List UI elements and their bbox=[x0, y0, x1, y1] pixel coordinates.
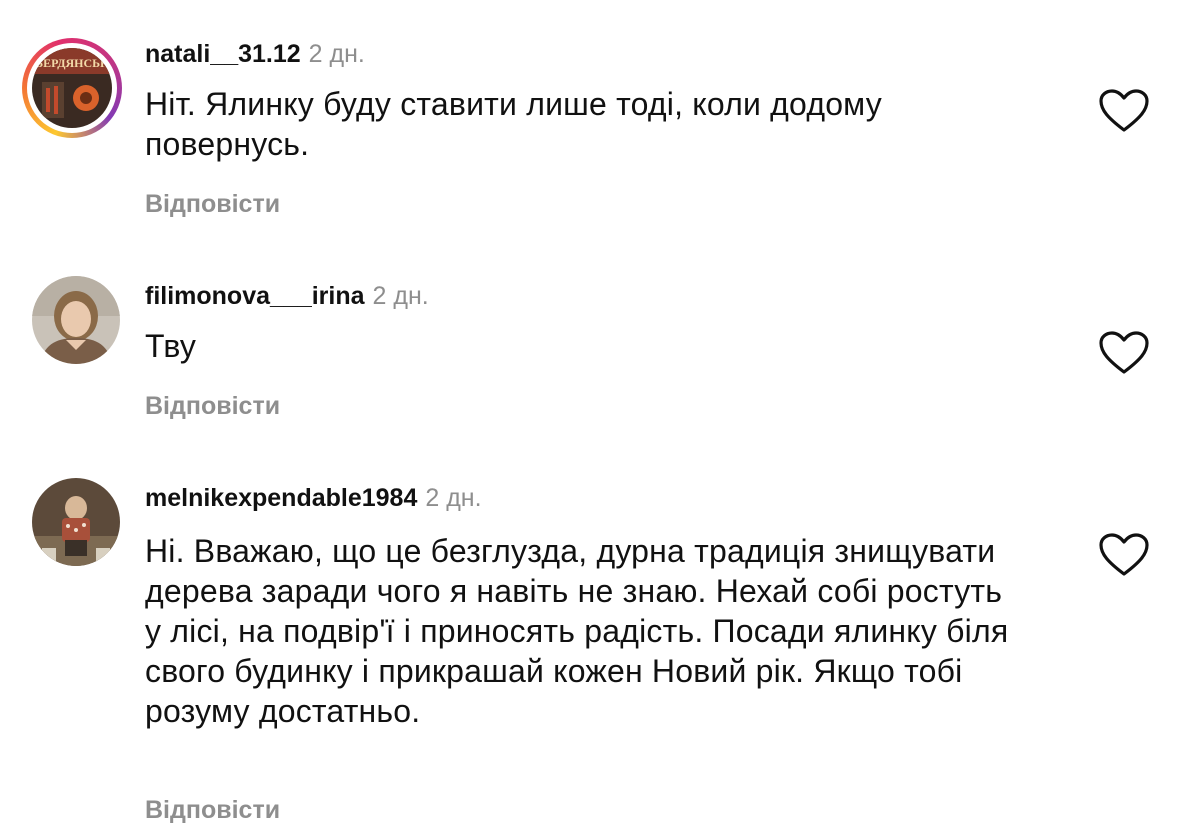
username-link[interactable]: melnikexpendable1984 bbox=[145, 484, 417, 512]
avatar[interactable] bbox=[32, 276, 120, 364]
heart-outline-icon[interactable] bbox=[1098, 88, 1150, 134]
avatar: БЕРДЯНСЬК bbox=[32, 48, 112, 128]
reply-button[interactable]: Відповісти bbox=[145, 190, 280, 219]
reply-button[interactable]: Відповісти bbox=[145, 392, 280, 421]
heart-outline-icon[interactable] bbox=[1098, 330, 1150, 376]
comment-header: natali__31.12 2 дн. bbox=[145, 40, 365, 69]
heart-outline-icon[interactable] bbox=[1098, 532, 1150, 578]
timestamp: 2 дн. bbox=[372, 282, 429, 310]
comment-text: Тву bbox=[145, 328, 197, 364]
username-link[interactable]: filimonova___irina bbox=[145, 282, 365, 310]
timestamp: 2 дн. bbox=[308, 40, 365, 68]
avatar[interactable] bbox=[32, 478, 120, 566]
timestamp: 2 дн. bbox=[425, 484, 482, 512]
comment-text: Ні. Вважаю, що це безглузда, дурна тради… bbox=[145, 533, 1009, 729]
username-link[interactable]: natali__31.12 bbox=[145, 40, 301, 68]
comment-header: melnikexpendable1984 2 дн. bbox=[145, 484, 482, 513]
comment-text: Ніт. Ялинку буду ставити лише тоді, коли… bbox=[145, 86, 882, 162]
avatar-story-ring[interactable]: БЕРДЯНСЬК bbox=[22, 38, 122, 138]
reply-button[interactable]: Відповісти bbox=[145, 796, 280, 825]
comment-header: filimonova___irina 2 дн. bbox=[145, 282, 429, 311]
avatar-logo-text: БЕРДЯНСЬК bbox=[35, 56, 109, 70]
